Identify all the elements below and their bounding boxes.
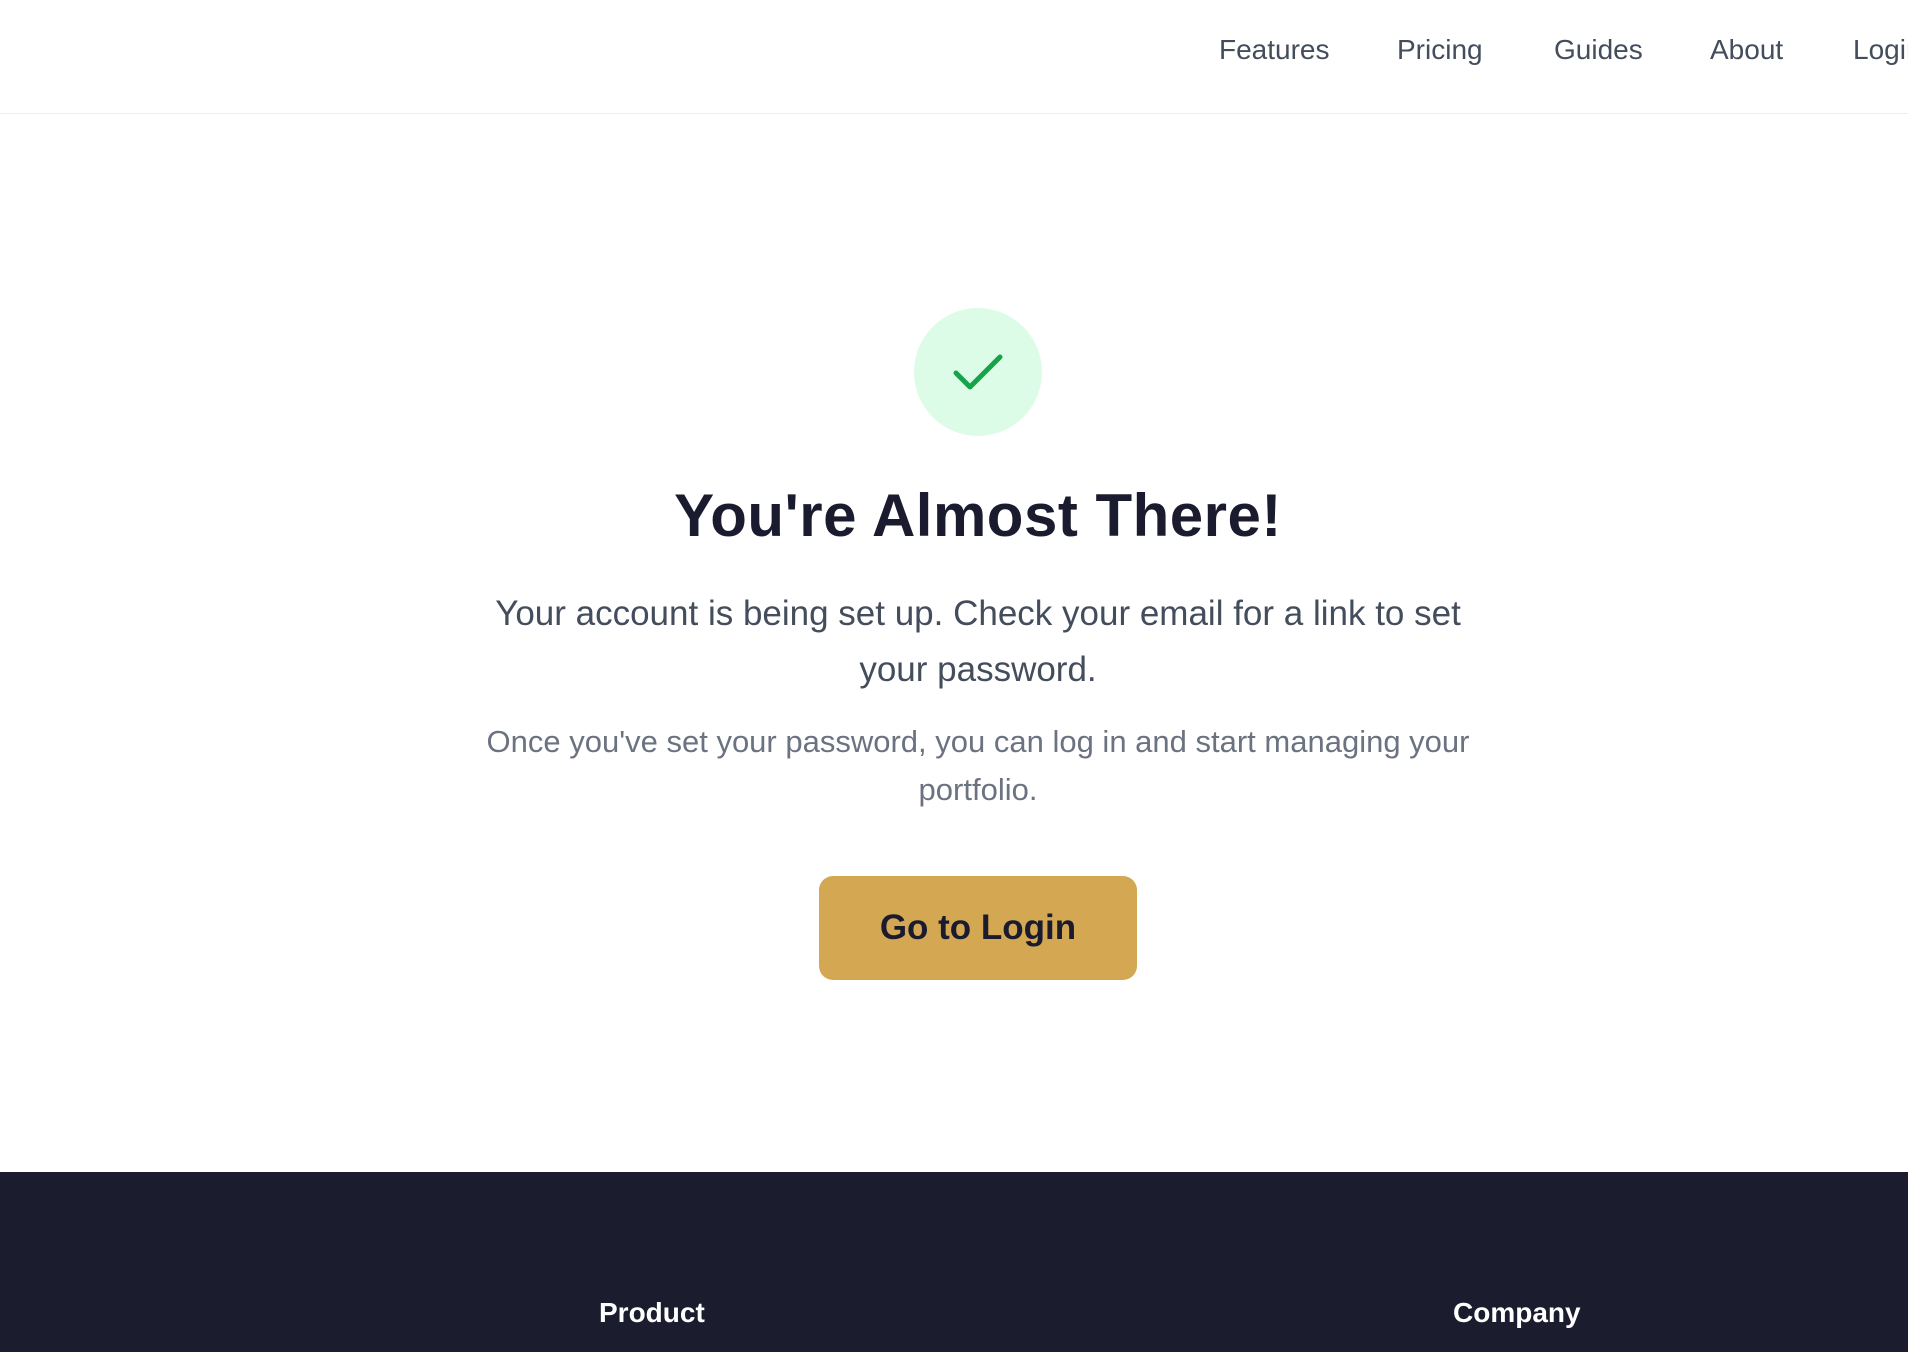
top-navigation: Features Pricing Guides About Login	[0, 0, 1908, 114]
page-title: You're Almost There!	[674, 482, 1282, 549]
confirmation-section: You're Almost There! Your account is bei…	[0, 114, 1908, 1172]
checkmark-icon	[953, 354, 1003, 390]
nav-link-pricing[interactable]: Pricing	[1397, 30, 1483, 70]
footer-heading-product: Product	[599, 1297, 705, 1328]
nav-link-login[interactable]: Login	[1853, 30, 1908, 70]
site-footer: Product Company	[0, 1172, 1908, 1352]
setup-message: Your account is being set up. Check your…	[495, 594, 1461, 689]
next-steps-message: Once you've set your password, you can l…	[486, 724, 1470, 807]
footer-heading-company: Company	[1453, 1297, 1581, 1328]
nav-link-features[interactable]: Features	[1219, 30, 1330, 70]
go-to-login-button[interactable]: Go to Login	[819, 876, 1137, 980]
success-badge	[914, 308, 1042, 436]
nav-link-about[interactable]: About	[1710, 30, 1783, 70]
nav-link-guides[interactable]: Guides	[1554, 30, 1643, 70]
